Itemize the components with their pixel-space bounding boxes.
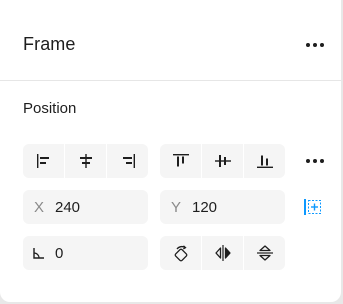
rotation-field-value[interactable]: 0 <box>55 245 63 262</box>
more-dot-icon <box>313 159 317 163</box>
angle-icon <box>33 248 44 259</box>
align-bottom-button[interactable] <box>244 144 285 178</box>
constraints-button[interactable] <box>302 196 324 218</box>
align-top-icon <box>172 154 189 167</box>
align-top-button[interactable] <box>160 144 202 178</box>
align-horizontal-center-button[interactable] <box>65 144 107 178</box>
align-left-button[interactable] <box>23 144 65 178</box>
rotation-field[interactable]: 0 <box>23 236 148 270</box>
align-left-icon <box>36 154 49 168</box>
align-vertical-center-button[interactable] <box>202 144 244 178</box>
panel-header: Frame <box>0 0 341 81</box>
header-more-button[interactable] <box>300 35 330 55</box>
align-right-button[interactable] <box>107 144 148 178</box>
vertical-align-group <box>160 144 285 178</box>
align-bottom-icon <box>256 155 273 168</box>
panel-title: Frame <box>23 34 76 54</box>
position-more-button[interactable] <box>300 151 330 171</box>
x-field-prefix: X <box>33 198 44 216</box>
align-vertical-center-icon <box>214 155 231 167</box>
align-horizontal-center-icon <box>79 154 92 168</box>
rotation-field-prefix <box>23 246 55 260</box>
y-field-value[interactable]: 120 <box>192 199 217 216</box>
more-dot-icon <box>320 159 324 163</box>
rotate-icon <box>174 245 187 262</box>
rotate-button[interactable] <box>160 236 202 270</box>
more-dot-icon <box>313 43 317 47</box>
horizontal-align-group <box>23 144 148 178</box>
y-position-field[interactable]: Y 120 <box>160 190 285 224</box>
constraints-icon <box>304 199 321 215</box>
more-dot-icon <box>306 159 310 163</box>
flip-horizontal-button[interactable] <box>202 236 244 270</box>
more-dot-icon <box>320 43 324 47</box>
x-field-value[interactable]: 240 <box>55 199 80 216</box>
y-field-prefix: Y <box>170 198 181 216</box>
more-dot-icon <box>306 43 310 47</box>
design-panel: Frame Position X 240 Y 120 0 <box>0 0 341 302</box>
align-right-icon <box>122 154 135 168</box>
position-section-label: Position <box>23 100 77 117</box>
x-position-field[interactable]: X 240 <box>23 190 148 224</box>
flip-vertical-icon <box>256 245 273 261</box>
flip-horizontal-icon <box>214 245 231 261</box>
flip-vertical-button[interactable] <box>244 236 285 270</box>
transform-group <box>160 236 285 270</box>
